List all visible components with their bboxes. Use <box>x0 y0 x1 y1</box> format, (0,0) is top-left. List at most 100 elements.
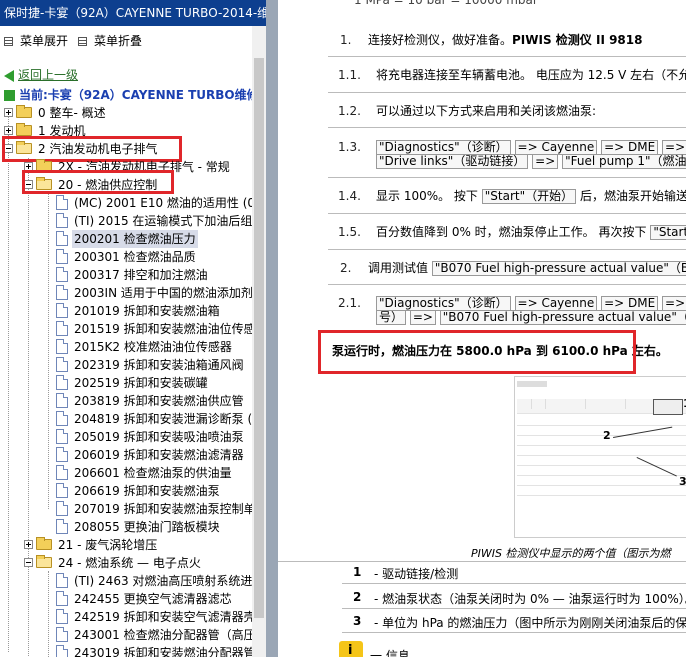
tree-doc-item[interactable]: 206601 检查燃油泵的供油量 <box>0 464 250 482</box>
pane-splitter[interactable] <box>266 0 278 657</box>
tree-doc-label: 207019 拆卸和安装燃油泵控制单元 <box>74 502 268 516</box>
document-icon <box>56 357 68 372</box>
tree-doc-label: 201519 拆卸和安装燃油油位传感器 <box>74 322 268 336</box>
tree-doc-item[interactable]: 2003IN 适用于中国的燃油添加剂 <box>0 284 253 302</box>
start-button-ref: "Start <box>650 225 686 240</box>
tree-doc-label: 200201 检查燃油压力 <box>72 230 198 248</box>
step-1-5-label: 百分数值降到 0% 时，燃油泵停止工作。 再次按下 <box>376 225 647 239</box>
tree-doc-item[interactable]: 206019 拆卸和安装燃油滤清器 <box>0 446 250 464</box>
tree-doc-item[interactable]: 200301 检查燃油品质 <box>0 248 250 266</box>
note-label: 一 信息 <box>370 649 410 657</box>
tree-doc-item[interactable]: 202319 拆卸和安装油箱通风阀 <box>0 356 250 374</box>
document-icon <box>56 267 68 282</box>
document-icon <box>56 393 68 408</box>
document-icon <box>56 195 68 210</box>
document-icon <box>56 591 68 606</box>
legend-number: 3 <box>353 614 362 628</box>
tree-doc-label: 206601 检查燃油泵的供油量 <box>74 466 232 480</box>
tree-doc-item[interactable]: 243001 检查燃油分配器管（高压系 <box>0 626 268 644</box>
expand-icon[interactable] <box>4 126 13 135</box>
legend-number: 2 <box>353 590 362 604</box>
menu-collapse-label: 菜单折叠 <box>94 34 143 48</box>
step-1-1-text: 将充电器连接至车辆蓄电池。 电压应为 12.5 V 左右（不允 <box>376 68 686 82</box>
tree-doc-label: (TI) 2463 对燃油高压喷射系统进行 <box>74 574 265 588</box>
divider <box>342 583 686 584</box>
folder-icon <box>16 123 32 136</box>
tree-doc-item[interactable]: 205019 拆卸和安装吸油喷油泵 <box>0 428 250 446</box>
divider <box>328 92 686 93</box>
tree-doc-item-selected[interactable]: 200201 检查燃油压力 <box>0 230 250 248</box>
divider <box>328 249 686 250</box>
step-1-2-text: 可以通过以下方式来启用和关闭该燃油泵: <box>376 104 597 118</box>
tree-doc-item[interactable]: 202519 拆卸和安装碳罐 <box>0 374 250 392</box>
tree-doc-item[interactable]: 206619 拆卸和安装燃油泵 <box>0 482 250 500</box>
collapse-icon[interactable] <box>24 558 33 567</box>
tree-doc-label: 205019 拆卸和安装吸油喷油泵 <box>74 430 244 444</box>
tree-doc-label: 242519 拆卸和安装空气滤清器壳体 <box>74 610 268 624</box>
tree-doc-label: 200317 排空和加注燃油 <box>74 268 208 282</box>
document-icon <box>56 321 68 336</box>
tree-doc-item[interactable]: 201519 拆卸和安装燃油油位传感器 <box>0 320 268 338</box>
folder-open-icon <box>36 555 52 568</box>
tree-doc-item[interactable]: 203819 拆卸和安装燃油供应管 <box>0 392 250 410</box>
legend-number: 1 <box>353 565 362 579</box>
tree-doc-label: 208055 更换油门踏板模块 <box>74 520 220 534</box>
tree-node-21[interactable]: 21 - 废气涡轮增压 <box>0 536 250 554</box>
legend-text: - 驱动链接/检测 <box>374 567 459 581</box>
unit-conversion-text: 1 MPa = 10 bar = 10000 mbar <box>354 0 538 7</box>
figure-row <box>517 485 686 496</box>
scrollbar-thumb[interactable] <box>254 58 264 618</box>
step-number: 1.4. <box>338 189 361 203</box>
back-link-label: 返回上一级 <box>18 68 79 82</box>
tree-doc-label: 243001 检查燃油分配器管（高压系 <box>74 628 268 642</box>
tree-doc-item[interactable]: 200317 排空和加注燃油 <box>0 266 250 284</box>
back-arrow-icon <box>4 69 14 82</box>
tree-doc-item[interactable]: 242455 更换空气滤清器滤芯 <box>0 590 250 608</box>
step-1-text: 连接好检测仪，做好准备。PIWIS 检测仪 II 9818 <box>368 32 642 48</box>
tree-doc-item[interactable]: 208055 更换油门踏板模块 <box>0 518 250 536</box>
tree-node-24[interactable]: 24 - 燃油系统 — 电子点火 <box>0 554 250 572</box>
tree-doc-label: 206019 拆卸和安装燃油滤清器 <box>74 448 244 462</box>
tree-node-label: 24 - 燃油系统 — 电子点火 <box>58 556 201 570</box>
divider <box>328 284 686 285</box>
expand-icon[interactable] <box>24 540 33 549</box>
highlight-box <box>22 170 174 194</box>
tree-doc-item[interactable]: (MC) 2001 E10 燃油的适用性 (02 <box>0 194 263 212</box>
menu-path-button: 号） <box>376 310 407 325</box>
divider <box>328 127 686 128</box>
tree-doc-item[interactable]: 243019 拆卸和安装燃油分配器管 <box>0 644 256 657</box>
step-number: 1.5. <box>338 225 361 239</box>
current-location: 当前:卡宴（92A）CAYENNE TURBO维修手册 <box>4 86 268 104</box>
piwis-screenshot-figure: 2 1 3 <box>514 376 686 538</box>
document-icon <box>56 465 68 480</box>
step-number: 1. <box>340 33 352 47</box>
menu-expand-button[interactable]: 菜单展开 <box>4 32 68 50</box>
figure-active-tab <box>653 399 683 415</box>
tree-doc-item[interactable]: 2015K2 校准燃油油位传感器 <box>0 338 250 356</box>
start-button-ref: "Start"（开始） <box>481 189 577 204</box>
tree-doc-item[interactable]: (TI) 2015 在运输模式下加油后组合 <box>0 212 264 230</box>
window-title: 保时捷-卡宴（92A）CAYENNE TURBO-2014-维修 <box>0 0 268 26</box>
tree-doc-item[interactable]: (TI) 2463 对燃油高压喷射系统进行 <box>0 572 264 590</box>
tool-name: PIWIS 检测仪 II 9818 <box>512 33 643 47</box>
document-icon <box>56 303 68 318</box>
tree-doc-label: 200301 检查燃油品质 <box>74 250 196 264</box>
figure-header-bar <box>517 381 547 387</box>
tree-doc-item[interactable]: 204819 拆卸和安装泄漏诊断泵 ( <box>0 410 252 428</box>
tree-scrollbar[interactable] <box>252 26 266 657</box>
tree-doc-label: 2003IN 适用于中国的燃油添加剂 <box>74 286 253 300</box>
step-1-label: 连接好检测仪，做好准备。 <box>368 33 513 47</box>
tree-node-0[interactable]: 0 整车- 概述 <box>0 104 250 122</box>
step-1-4-label: 显示 100%。 按下 <box>376 189 478 203</box>
location-icon <box>4 90 15 101</box>
tree-doc-item[interactable]: 207019 拆卸和安装燃油泵控制单元 <box>0 500 268 518</box>
tree-doc-item[interactable]: 201019 拆卸和安装燃油箱 <box>0 302 250 320</box>
callout-2: 2 <box>603 429 611 442</box>
expand-icon[interactable] <box>4 108 13 117</box>
document-icon <box>56 447 68 462</box>
back-link[interactable]: 返回上一级 <box>4 67 78 83</box>
menu-collapse-button[interactable]: 菜单折叠 <box>78 32 142 50</box>
document-icon <box>56 375 68 390</box>
menu-path-button: "Drive links"（驱动链接） <box>376 154 529 169</box>
tree-doc-item[interactable]: 242519 拆卸和安装空气滤清器壳体 <box>0 608 268 626</box>
